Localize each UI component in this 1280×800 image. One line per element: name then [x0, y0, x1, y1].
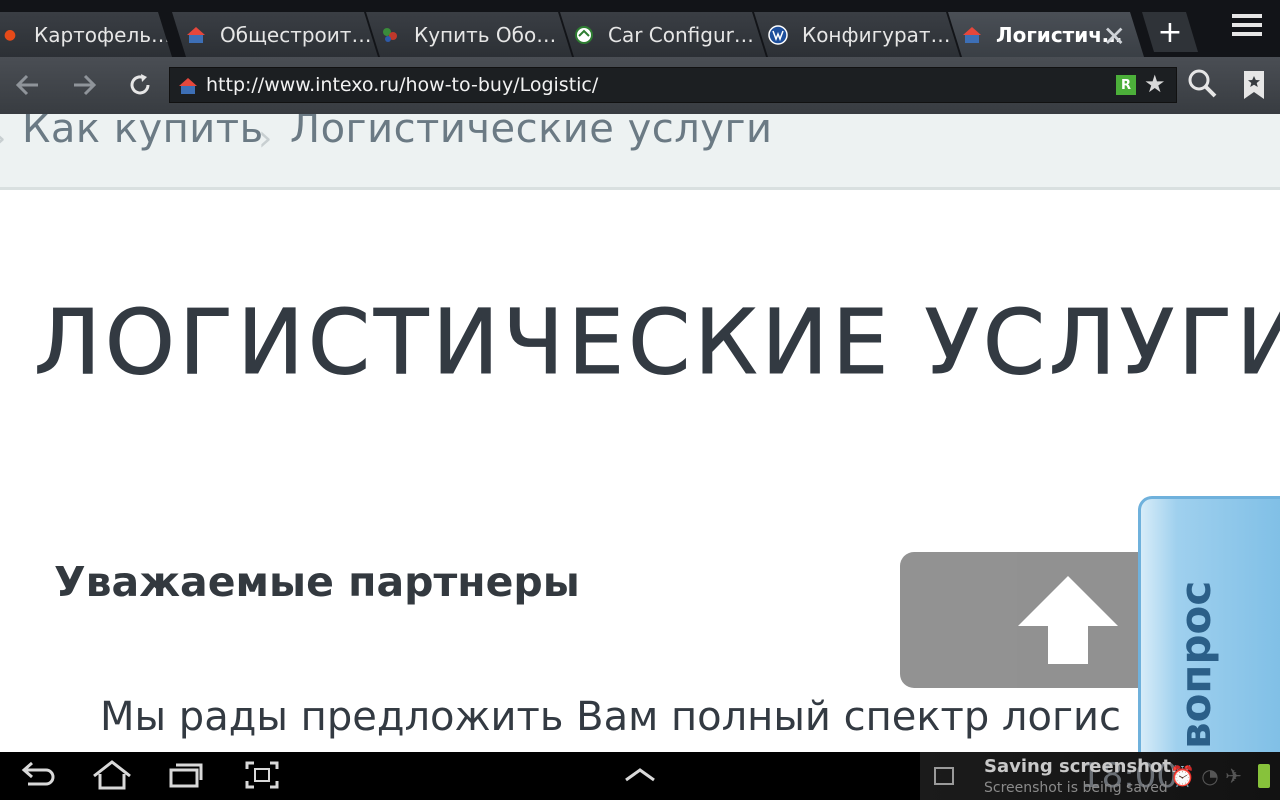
tab-potato[interactable]: ● Картофель… [0, 12, 172, 57]
tab-car-configurator[interactable]: Car Configur… [560, 12, 766, 57]
intexo-favicon-icon [962, 25, 982, 45]
home-icon[interactable] [92, 760, 132, 792]
tab-konfigurator[interactable]: Конфигурат… [754, 12, 960, 57]
browser-toolbar: http://www.intexo.ru/how-to-buy/Logistic… [0, 57, 1280, 114]
status-icons: ⏰ ◔ ✈ [1170, 764, 1242, 788]
screenshot-icon[interactable] [244, 760, 284, 792]
rss-badge-icon[interactable]: R [1116, 75, 1136, 95]
recent-apps-icon[interactable] [168, 760, 208, 792]
reload-icon[interactable] [122, 67, 158, 103]
back-nav-icon[interactable] [20, 760, 60, 792]
screen: ● Картофель… Общестроит… Купить Обо… Car… [0, 0, 1280, 800]
forward-arrow-icon[interactable] [66, 67, 102, 103]
battery-icon [1258, 764, 1270, 788]
intexo-favicon-icon [178, 76, 198, 96]
image-icon [934, 767, 954, 785]
tab-title: Car Configur… [608, 22, 754, 47]
breadcrumb-current: Логистические услуги [290, 114, 773, 152]
breadcrumb: › Как купить › Логистические услуги [0, 114, 1280, 190]
scroll-to-top-button[interactable] [900, 552, 1160, 688]
intexo-favicon-icon [186, 25, 206, 45]
breadcrumb-separator-icon: › [0, 118, 6, 159]
page-title: ЛОГИСТИЧЕСКИЕ УСЛУГИ [34, 290, 1280, 395]
notification-area[interactable]: 18:00 Saving screenshot… Screenshot is b… [920, 752, 1280, 800]
section-heading: Уважаемые партнеры [54, 558, 580, 606]
tab-title: Общестроит… [220, 22, 372, 47]
question-tab-label: вопрос [1171, 580, 1220, 749]
tab-logistics-active[interactable]: Логистич… ✕ [948, 12, 1144, 57]
close-tab-icon[interactable]: ✕ [1103, 20, 1126, 53]
breadcrumb-separator-icon: › [258, 118, 273, 159]
tab-title: Конфигурат… [802, 22, 951, 47]
question-tab-button[interactable]: вопрос [1138, 496, 1280, 752]
skoda-favicon-icon [574, 25, 594, 45]
url-text[interactable]: http://www.intexo.ru/how-to-buy/Logistic… [206, 74, 598, 96]
notification-title: Saving screenshot… [984, 756, 1189, 777]
tab-kupit-obo[interactable]: Купить Обо… [366, 12, 572, 57]
chevron-up-icon[interactable] [622, 760, 662, 792]
leaves-favicon-icon [380, 25, 400, 45]
system-navigation-bar: 18:00 Saving screenshot… Screenshot is b… [0, 752, 1280, 800]
tab-title: Картофель… [34, 22, 172, 47]
red-food-favicon-icon: ● [3, 26, 17, 43]
menu-icon[interactable] [1232, 14, 1262, 44]
back-arrow-icon[interactable] [10, 67, 46, 103]
web-page: › Как купить › Логистические услуги ЛОГИ… [0, 114, 1280, 752]
address-bar[interactable]: http://www.intexo.ru/how-to-buy/Logistic… [169, 67, 1177, 103]
star-bookmark-icon[interactable]: ★ [1144, 70, 1166, 98]
breadcrumb-link-how-to-buy[interactable]: Как купить [22, 114, 264, 152]
body-paragraph: Мы рады предложить Вам полный спектр лог… [100, 694, 1121, 740]
bookmarks-icon[interactable] [1242, 69, 1266, 101]
search-icon[interactable] [1186, 67, 1222, 103]
notification-subtitle: Screenshot is being saved [984, 780, 1168, 796]
tab-strip: ● Картофель… Общестроит… Купить Обо… Car… [0, 0, 1280, 57]
new-tab-button[interactable]: + [1142, 12, 1198, 52]
tab-obshchestroit[interactable]: Общестроит… [172, 12, 378, 57]
tab-title: Купить Обо… [414, 22, 557, 47]
vw-favicon-icon [768, 25, 788, 45]
up-arrow-icon [1018, 576, 1118, 664]
